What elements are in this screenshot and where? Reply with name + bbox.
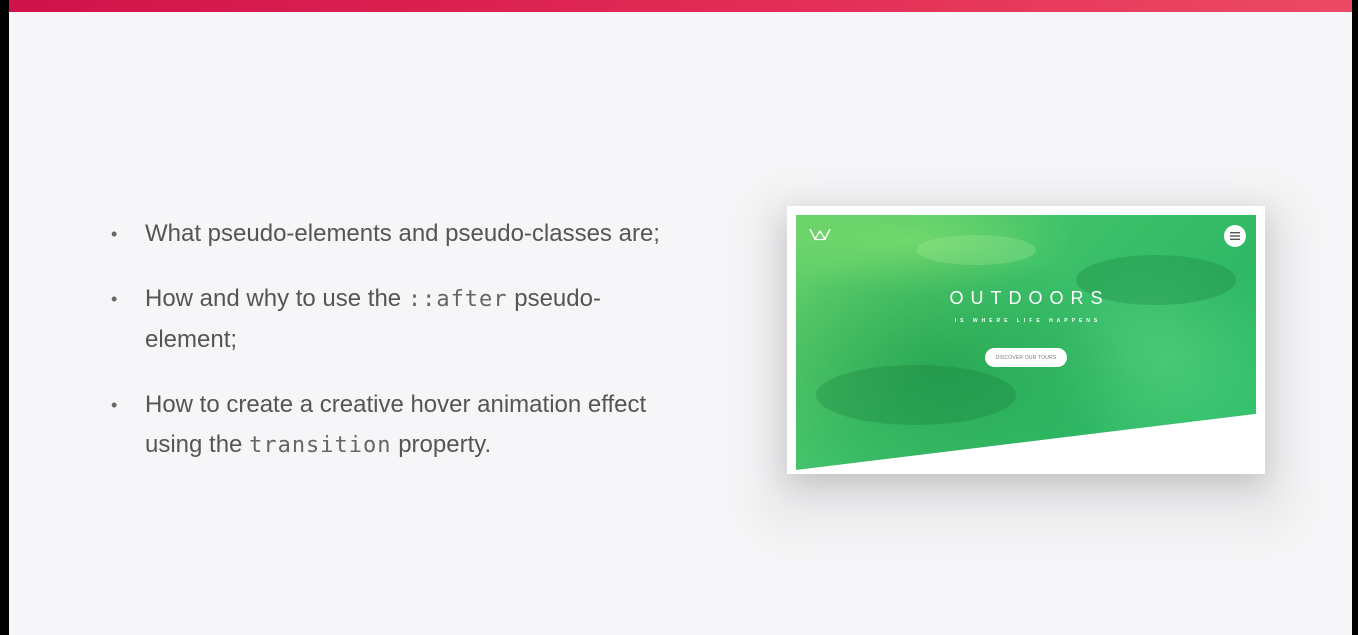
- bullet-marker: •: [111, 289, 118, 309]
- crown-logo-icon[interactable]: [809, 227, 831, 241]
- accent-top-bar: [9, 0, 1352, 12]
- list-item: • How and why to use the ::after pseudo-…: [108, 279, 688, 360]
- list-item: • What pseudo-elements and pseudo-classe…: [108, 214, 688, 254]
- bullet-text: How to create a creative hover animation…: [145, 391, 647, 418]
- hero-image: OUTDOORS IS WHERE LIFE HAPPENS DISCOVER …: [796, 215, 1256, 470]
- bullet-text: What pseudo-elements and pseudo-classes …: [145, 220, 660, 247]
- code-snippet-after: ::after: [407, 287, 508, 312]
- bullet-text: How and why to use the: [145, 285, 408, 312]
- left-frame-bar: [0, 0, 9, 635]
- list-item: • How to create a creative hover animati…: [108, 385, 688, 466]
- hero-title: OUTDOORS: [949, 288, 1110, 308]
- bullet-list: • What pseudo-elements and pseudo-classe…: [108, 214, 688, 491]
- bullet-marker: •: [111, 224, 118, 244]
- bullet-text-line2-end: property.: [391, 431, 492, 458]
- bullet-text-line2: using the: [145, 431, 250, 458]
- hamburger-menu-icon[interactable]: [1224, 225, 1246, 247]
- terrain-highlight: [916, 235, 1036, 265]
- bullet-marker: •: [111, 395, 118, 415]
- website-preview-card: OUTDOORS IS WHERE LIFE HAPPENS DISCOVER …: [787, 206, 1265, 474]
- discover-tours-button[interactable]: DISCOVER OUR TOURS: [985, 348, 1067, 367]
- hero-subtitle: IS WHERE LIFE HAPPENS: [954, 318, 1102, 324]
- bullet-text-continued: pseudo-: [507, 285, 601, 312]
- right-frame-bar: [1352, 0, 1358, 635]
- terrain-shade: [816, 365, 1016, 425]
- code-snippet-transition: transition: [249, 433, 392, 458]
- bullet-text-line2: element;: [145, 326, 238, 353]
